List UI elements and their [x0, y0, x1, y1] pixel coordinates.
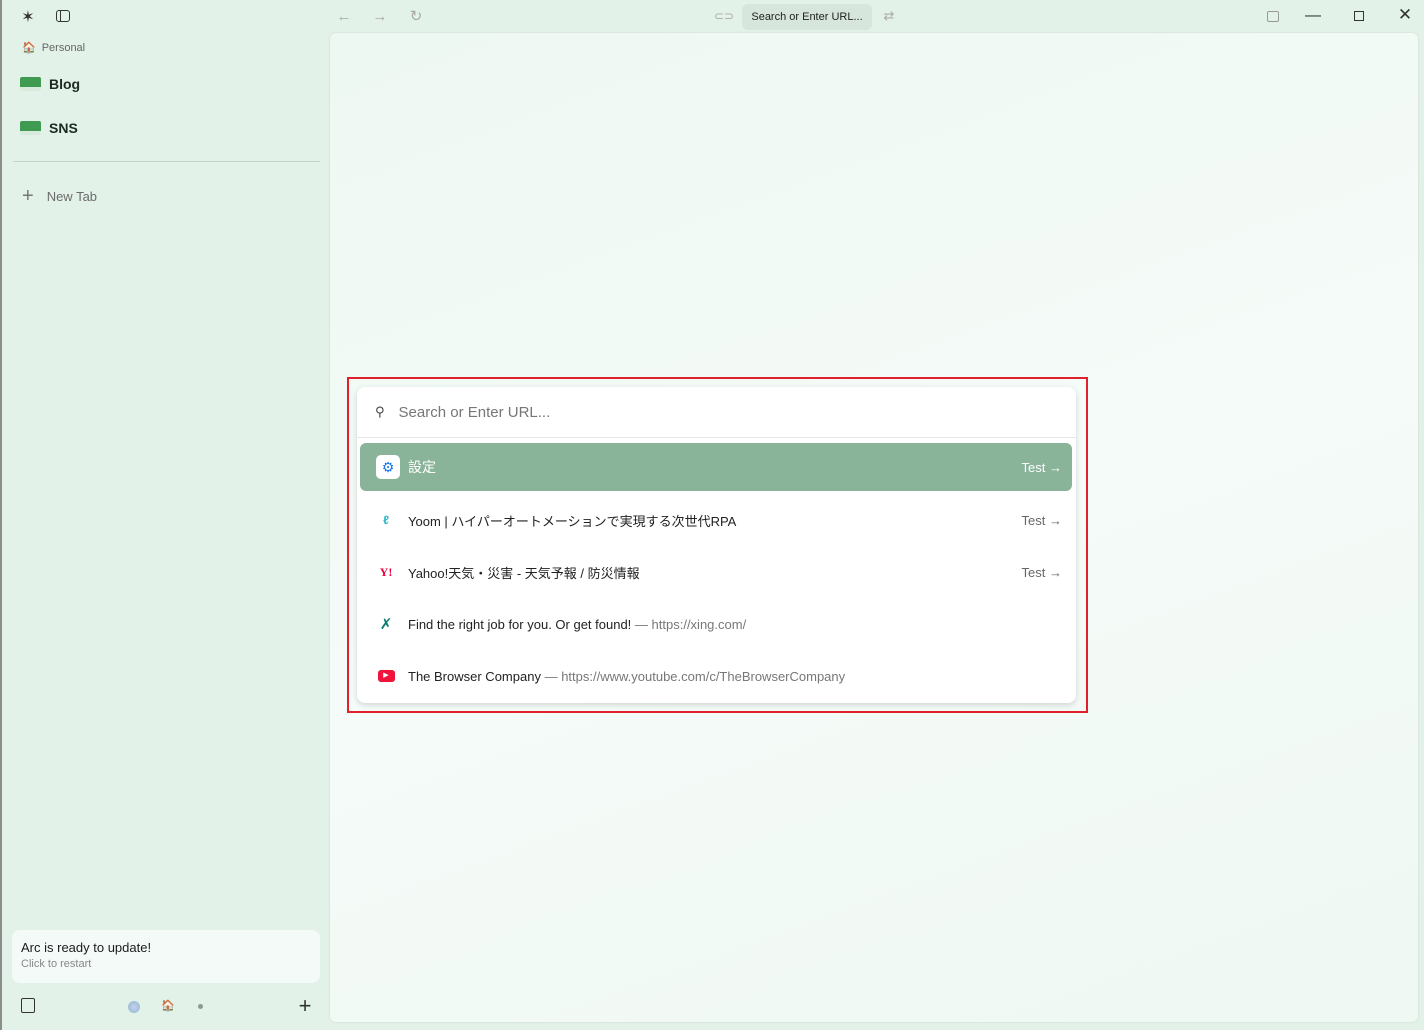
add-space-icon[interactable]: +	[296, 993, 314, 1018]
space-globe-icon[interactable]	[128, 1001, 140, 1013]
new-tab-button[interactable]: + New Tab	[22, 185, 97, 208]
minimize-icon[interactable]: —	[1305, 7, 1321, 24]
xing-icon: ✗	[379, 616, 393, 633]
sidebar-toggle-icon[interactable]	[56, 10, 70, 22]
yoom-icon: ℓ	[383, 513, 389, 527]
url-bar[interactable]: Search or Enter URL...	[742, 4, 872, 30]
split-view-icon[interactable]	[1267, 11, 1279, 22]
result-row[interactable]: ⚙ 設定 Test →	[360, 443, 1072, 491]
arc-logo-icon[interactable]: ✶	[18, 8, 38, 26]
result-action[interactable]: Test →	[1022, 513, 1062, 528]
result-action[interactable]: Test →	[1022, 460, 1062, 475]
reload-icon[interactable]: ↻	[408, 7, 424, 25]
house-icon: 🏠	[22, 42, 36, 54]
link-icon[interactable]: ⊂⊃	[714, 8, 734, 24]
close-icon[interactable]: ✕	[1397, 5, 1413, 24]
result-row[interactable]: ✗ Find the right job for you. Or get fou…	[360, 600, 1072, 648]
space-house-icon[interactable]: 🏠	[161, 999, 175, 1012]
site-settings-icon[interactable]: ⇄	[881, 8, 897, 24]
folder-sns[interactable]: SNS	[20, 120, 78, 136]
command-palette: ⚲ Search or Enter URL... ⚙ 設定 Test → ℓ Y…	[357, 387, 1076, 703]
folder-blog[interactable]: Blog	[20, 76, 80, 92]
folder-icon	[20, 77, 41, 91]
yahoo-icon: Y!	[379, 564, 393, 579]
maximize-icon[interactable]	[1354, 11, 1364, 21]
sidebar-divider	[13, 161, 320, 162]
space-dot-icon[interactable]	[198, 1004, 203, 1009]
plus-icon: +	[22, 185, 34, 207]
search-row[interactable]: ⚲ Search or Enter URL...	[357, 387, 1076, 438]
search-input[interactable]: Search or Enter URL...	[399, 404, 551, 421]
gear-icon: ⚙	[376, 455, 400, 479]
result-row[interactable]: ℓ Yoom | ハイパーオートメーションで実現する次世代RPA Test →	[360, 496, 1072, 544]
folder-icon	[20, 121, 41, 135]
archive-icon[interactable]	[21, 998, 35, 1013]
result-row[interactable]: ▶ The Browser Company — https://www.yout…	[360, 652, 1072, 700]
update-notice[interactable]: Arc is ready to update! Click to restart	[12, 930, 320, 983]
result-action[interactable]: Test →	[1022, 565, 1062, 580]
youtube-icon: ▶	[376, 666, 396, 686]
forward-icon[interactable]: →	[372, 7, 388, 25]
space-label[interactable]: 🏠 Personal	[22, 41, 85, 55]
result-row[interactable]: Y! Yahoo!天気・災害 - 天気予報 / 防災情報 Test →	[360, 548, 1072, 596]
back-icon[interactable]: ←	[336, 7, 352, 25]
search-icon: ⚲	[375, 404, 385, 419]
